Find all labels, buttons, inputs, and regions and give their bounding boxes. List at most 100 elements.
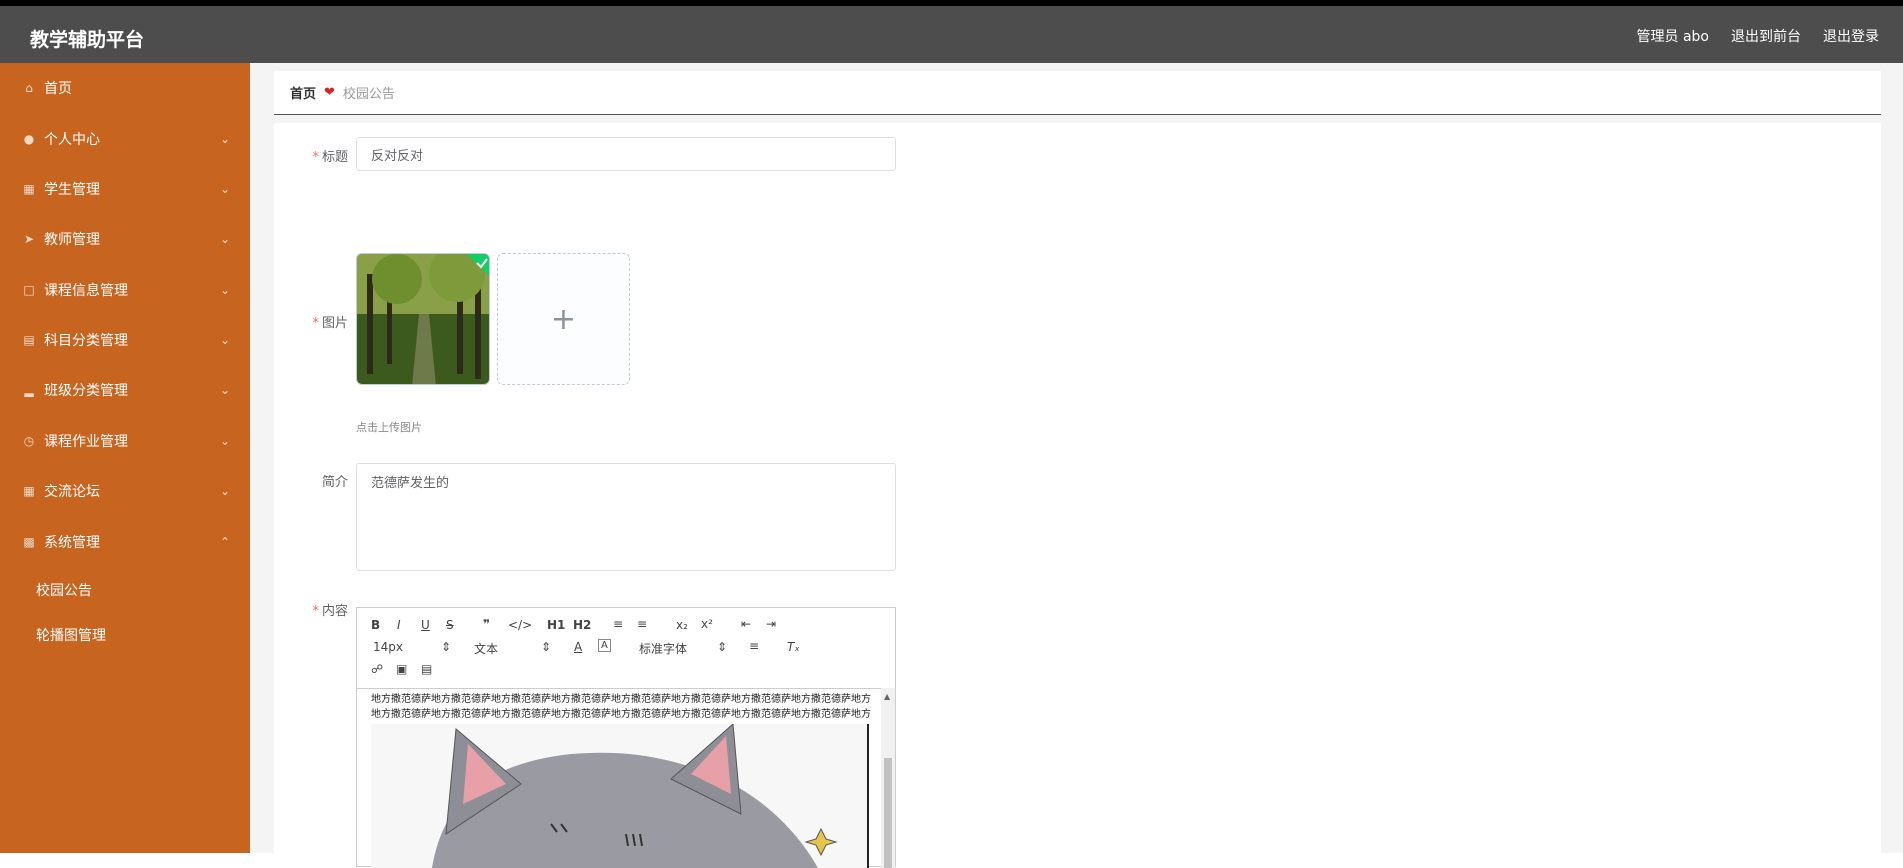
breadcrumb-home[interactable]: 首页	[290, 83, 316, 102]
required-mark: *	[312, 150, 319, 165]
sidebar-item-course-homework[interactable]: ◷ 课程作业管理 ⌄	[0, 416, 250, 466]
indent-icon[interactable]: ⇥	[766, 617, 776, 631]
chevron-down-icon: ⌄	[219, 333, 230, 347]
video-icon[interactable]: ▤	[421, 662, 432, 676]
bar-chart-icon: ▂	[24, 383, 34, 397]
home-icon: ⌂	[25, 81, 33, 95]
add-image-button[interactable]: +	[497, 253, 630, 385]
notice-form: * 标题 反对反对 * 图片 + 点击上传图片 简介 范德萨发生的 * 内容 B…	[274, 123, 1881, 868]
main-area: 首页 ❤ 校园公告 * 标题 反对反对 * 图片 + 点击上传图片 简介 范德萨…	[250, 63, 1903, 868]
scroll-up-icon[interactable]: ▲	[884, 692, 890, 701]
logout-link[interactable]: 退出登录	[1823, 26, 1879, 46]
sidebar-item-home[interactable]: ⌂ 首页	[0, 63, 250, 113]
sidebar-item-student-management[interactable]: ▦ 学生管理 ⌄	[0, 164, 250, 214]
sidebar-subitem-campus-notice[interactable]: 校园公告	[36, 580, 92, 600]
chevron-down-icon: ⌄	[219, 182, 230, 196]
sidebar-item-label: 首页	[44, 81, 72, 97]
sidebar-item-label: 学生管理	[44, 182, 100, 198]
sidebar-item-label: 班级分类管理	[44, 383, 128, 399]
font-color-icon[interactable]: A	[574, 640, 582, 654]
ordered-list-icon[interactable]: ≡	[613, 617, 623, 631]
uploaded-image-thumbnail[interactable]	[356, 253, 490, 385]
font-size-select[interactable]: 14px	[373, 640, 403, 654]
superscript-icon[interactable]: x²	[701, 617, 713, 631]
admin-label: 管理员 abo	[1636, 29, 1709, 45]
block-type-arrow-icon[interactable]: ⇕	[541, 640, 551, 654]
code-block-icon[interactable]: </>	[508, 618, 532, 632]
editor-content-area[interactable]: 地方撒范德萨地方撒范德萨地方撒范德萨地方撒范德萨地方撒范德萨地方撒范德萨地方撒范…	[357, 688, 895, 868]
content-label: * 内容	[288, 600, 348, 619]
editor-embedded-image	[371, 724, 869, 868]
top-header: 教学辅助平台 管理员 abo 退出到前台 退出登录	[0, 6, 1903, 63]
send-icon: ➤	[23, 232, 35, 246]
image-label-text: 图片	[321, 316, 348, 331]
building-icon: ▩	[23, 535, 35, 549]
editor-text-line: 地方撒范德萨地方撒范德萨地方撒范德萨地方撒范德萨地方撒范德萨地方撒范德萨地方撒范…	[371, 694, 871, 705]
chevron-up-icon: ⌃	[219, 535, 230, 549]
font-family-arrow-icon[interactable]: ⇕	[717, 640, 727, 654]
heading2-icon[interactable]: H2	[573, 618, 591, 632]
title-input[interactable]: 反对反对	[356, 137, 896, 171]
upload-hint: 点击上传图片	[356, 421, 422, 434]
font-size-arrow-icon[interactable]: ⇕	[441, 640, 451, 654]
bullet-list-icon[interactable]: ≡	[637, 617, 647, 631]
sidebar-item-label: 课程作业管理	[44, 434, 128, 450]
breadcrumb-current: 校园公告	[342, 87, 395, 102]
sidebar-subitem-carousel[interactable]: 轮播图管理	[36, 625, 106, 645]
sidebar-item-forum[interactable]: ▦ 交流论坛 ⌄	[0, 466, 250, 516]
intro-label: 简介	[321, 475, 348, 490]
grid-icon: ▦	[23, 484, 35, 498]
required-mark: *	[312, 604, 319, 619]
blockquote-icon[interactable]: ❞	[483, 617, 490, 631]
sidebar-item-label: 系统管理	[44, 535, 100, 551]
editor-toolbar: B I U S ❞ </> H1 H2 ≡ ≡ x₂ x² ⇤ ⇥ 14px ⇕…	[357, 608, 895, 689]
clear-format-icon[interactable]: Tₓ	[787, 640, 800, 654]
link-icon[interactable]: ☍	[371, 662, 383, 676]
sidebar-item-course-info[interactable]: □ 课程信息管理 ⌄	[0, 265, 250, 315]
heading1-icon[interactable]: H1	[547, 618, 565, 632]
align-icon[interactable]: ≡	[749, 639, 759, 653]
sidebar-item-label: 课程信息管理	[44, 283, 128, 299]
sidebar-item-personal-center[interactable]: ● 个人中心 ⌄	[0, 114, 250, 164]
clipboard-icon: ▦	[23, 182, 35, 196]
user-icon: ●	[23, 132, 35, 146]
underline-icon[interactable]: U	[421, 618, 430, 632]
outdent-icon[interactable]: ⇤	[741, 617, 751, 631]
content-label-text: 内容	[321, 604, 348, 619]
editor-text-line: 地方撒范德萨地方撒范德萨地方撒范德萨地方撒范德萨地方撒范德萨地方撒范德萨地方撒范…	[371, 709, 871, 720]
editor-scrollbar[interactable]: ▲	[881, 688, 895, 868]
chevron-down-icon: ⌄	[219, 232, 230, 246]
image-label: * 图片	[288, 312, 348, 331]
clock-icon: ◷	[23, 434, 35, 448]
heart-icon: ❤	[324, 85, 335, 100]
square-icon: □	[23, 283, 35, 297]
card-icon: ▤	[23, 333, 35, 347]
italic-icon[interactable]: I	[397, 618, 401, 632]
sidebar-item-system-management[interactable]: ▩ 系统管理 ⌃	[0, 517, 250, 567]
intro-textarea[interactable]: 范德萨发生的	[356, 463, 896, 571]
subscript-icon[interactable]: x₂	[676, 618, 688, 632]
rich-text-editor: B I U S ❞ </> H1 H2 ≡ ≡ x₂ x² ⇤ ⇥ 14px ⇕…	[356, 607, 896, 868]
editor-scrollbar-thumb[interactable]	[884, 758, 892, 868]
sidebar-item-class-category[interactable]: ▂ 班级分类管理 ⌄	[0, 365, 250, 415]
chevron-down-icon: ⌄	[219, 434, 230, 448]
background-color-icon[interactable]: A	[598, 639, 611, 652]
sidebar-item-subject-category[interactable]: ▤ 科目分类管理 ⌄	[0, 315, 250, 365]
chevron-down-icon: ⌄	[219, 132, 230, 146]
block-type-select[interactable]: 文本	[474, 640, 498, 657]
font-family-select[interactable]: 标准字体	[639, 640, 687, 657]
image-icon[interactable]: ▣	[396, 662, 407, 676]
title-label-text: 标题	[321, 150, 348, 165]
chevron-down-icon: ⌄	[219, 283, 230, 297]
title-label: * 标题	[288, 146, 348, 165]
sidebar-item-label: 科目分类管理	[44, 333, 128, 349]
sidebar-item-label: 个人中心	[44, 132, 100, 148]
required-mark: *	[312, 316, 319, 331]
app-title: 教学辅助平台	[30, 29, 145, 51]
header-actions: 管理员 abo 退出到前台 退出登录	[1637, 26, 1879, 46]
bold-icon[interactable]: B	[371, 618, 380, 632]
strikethrough-icon[interactable]: S	[446, 618, 454, 632]
breadcrumb: 首页 ❤ 校园公告	[274, 71, 1881, 115]
exit-to-front-link[interactable]: 退出到前台	[1731, 26, 1801, 46]
sidebar-item-teacher-management[interactable]: ➤ 教师管理 ⌄	[0, 214, 250, 264]
